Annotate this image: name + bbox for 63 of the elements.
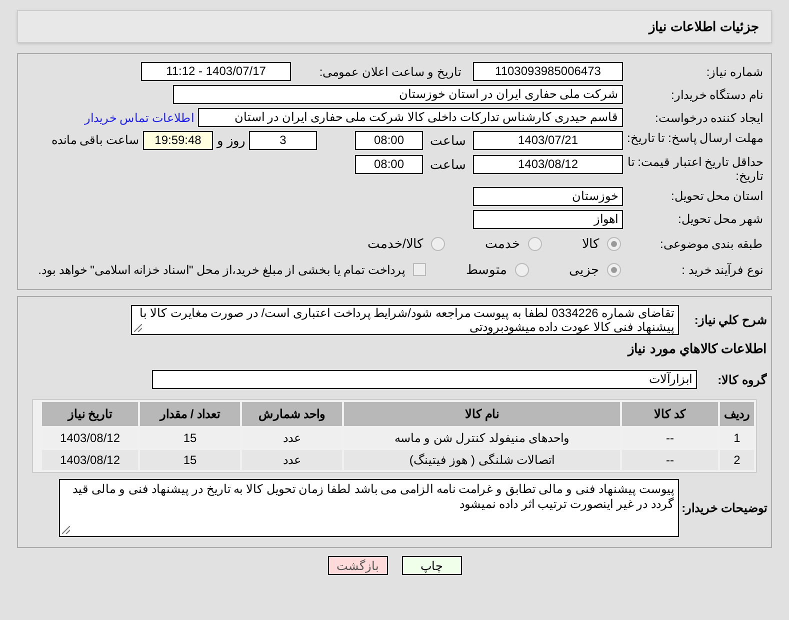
radio-label: کالا/خدمت xyxy=(367,234,423,253)
radio-label: خدمت xyxy=(485,234,520,253)
field-label: طبقه بندی موضوعی: xyxy=(658,236,763,250)
time-label: ساعت xyxy=(429,132,467,150)
page-title: جزئیات اطلاعات نیاز xyxy=(648,18,759,36)
field-label: نوع فرآیند خرید : xyxy=(680,262,763,276)
input-field[interactable]: 19:59:48 xyxy=(143,131,213,150)
input-field[interactable]: 08:00 xyxy=(355,131,423,150)
radio-label: متوسط xyxy=(466,260,507,280)
input-field[interactable]: شرکت ملی حفاری ایران در استان خوزستان xyxy=(173,85,623,104)
input-field[interactable]: خوزستان xyxy=(473,186,623,206)
column-header: تعداد / مقدار xyxy=(140,402,240,426)
radio-button[interactable] xyxy=(515,262,529,276)
field-label: شرح کلي نیاز: xyxy=(693,312,767,326)
table-cell: عدد xyxy=(242,450,342,470)
input-field[interactable]: ابزارآلات xyxy=(152,370,697,389)
column-header: نام کالا xyxy=(344,402,620,426)
input-field[interactable]: 1103093985006473 xyxy=(473,62,623,81)
resize-grip-icon xyxy=(62,526,70,534)
field-label: توضیحات خریدار: xyxy=(680,501,767,515)
notes-text: پیوست پیشنهاد فنی و مالی تطابق و غرامت نامه الزامی می باشد لطفا زمان تحویل کالا به تاریخ در پیشنهاد فنی و مالی قید گردد در غیر اینصورت ترتیب اثر داده نمیشود xyxy=(72,482,674,511)
table-cell: 15 xyxy=(140,450,240,470)
field-label: نام دستگاه خریدار: xyxy=(670,88,763,102)
checkbox-label: پرداخت تمام یا بخشی از مبلغ خرید،از محل "اسناد خزانه اسلامی" خواهد بود. xyxy=(38,262,405,278)
notes-textarea[interactable]: پیوست پیشنهاد فنی و مالی تطابق و غرامت نامه الزامی می باشد لطفا زمان تحویل کالا به تاریخ در پیشنهاد فنی و مالی قید گردد در غیر اینصورت ترتیب اثر داده نمیشود xyxy=(59,479,679,537)
radio-button[interactable] xyxy=(607,262,621,276)
remaining-label: ساعت باقی مانده xyxy=(51,132,139,149)
radio-button[interactable] xyxy=(431,236,445,250)
field-label: استان محل تحویل: xyxy=(670,189,763,203)
radio-label: جزیی xyxy=(569,260,599,280)
days-label: روز و xyxy=(216,132,246,150)
back-button[interactable]: بازگشت xyxy=(328,556,388,575)
field-label: حداقل تاریخ اعتبار قیمت: تا تاریخ: xyxy=(626,154,763,182)
table-cell: اتصالات شلنگی ( هوز فیتینگ) xyxy=(344,450,620,470)
radio-button[interactable] xyxy=(607,236,621,250)
time-label: ساعت xyxy=(429,156,467,174)
radio-button[interactable] xyxy=(528,236,542,250)
input-field[interactable]: 1403/07/21 xyxy=(473,131,623,150)
input-field[interactable]: اهواز xyxy=(473,210,623,228)
column-header: کد کالا xyxy=(622,402,718,426)
field-label: شماره نیاز: xyxy=(705,64,763,78)
field-label: مهلت ارسال پاسخ: تا تاریخ: xyxy=(626,131,763,145)
field-label: ایجاد کننده درخواست: xyxy=(654,110,763,124)
input-field[interactable]: 08:00 xyxy=(355,154,423,174)
field-label: تاریخ و ساعت اعلان عمومی: xyxy=(318,64,461,78)
input-field[interactable]: 1403/07/17 - 11:12 xyxy=(141,62,291,81)
column-header: تاریخ نیاز xyxy=(42,402,138,426)
select-field[interactable]: قاسم حیدری کارشناس تدارکات داخلی کالا شرکت ملی حفاری ایران در استان xyxy=(198,108,623,127)
field-label: گروه کالا: xyxy=(716,372,767,386)
table-cell: 1403/08/12 xyxy=(42,450,138,470)
print-button[interactable]: چاپ xyxy=(402,556,462,575)
resize-grip-icon xyxy=(134,324,142,332)
table-cell: -- xyxy=(622,450,718,470)
buyer-contact-link[interactable]: اطلاعات تماس خریدار xyxy=(84,108,194,126)
input-field[interactable]: 3 xyxy=(249,131,317,150)
table-cell: 2 xyxy=(720,450,754,470)
radio-label: کالا xyxy=(582,234,599,253)
input-field[interactable]: 1403/08/12 xyxy=(473,154,623,174)
checkbox[interactable] xyxy=(413,263,426,276)
field-label: شهر محل تحویل: xyxy=(676,212,763,226)
column-header: ردیف xyxy=(720,402,754,426)
column-header: واحد شمارش xyxy=(242,402,342,426)
section-heading: اطلاعات کالاهاي مورد نیاز xyxy=(626,340,767,358)
